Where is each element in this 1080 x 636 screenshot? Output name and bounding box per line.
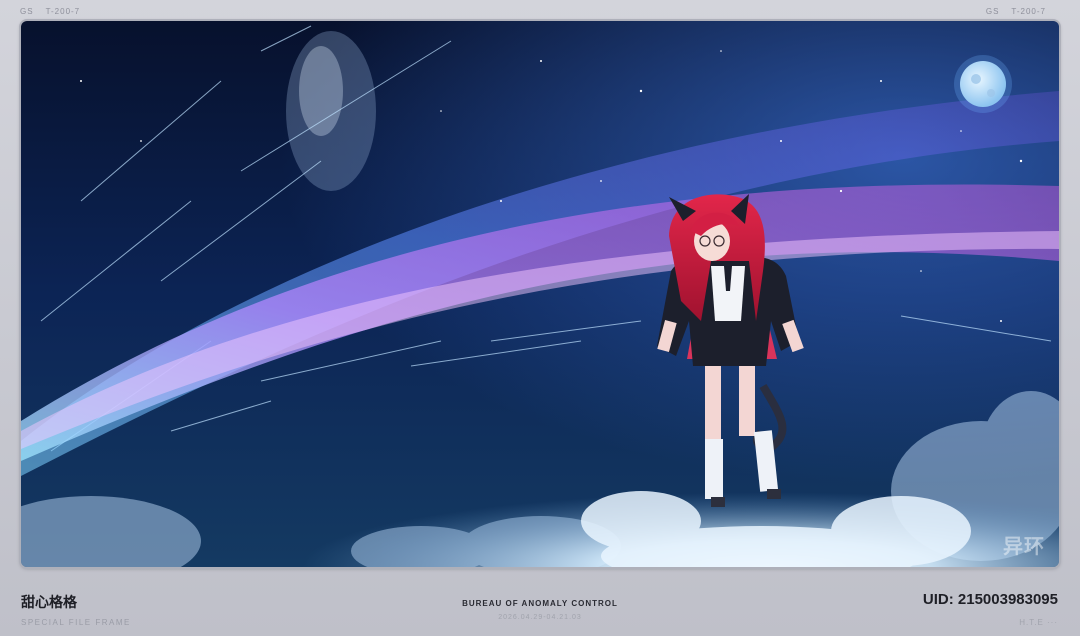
game-logo-watermark: 异环: [1003, 534, 1045, 558]
uid-subtext: H.T.E ···: [1019, 618, 1058, 627]
moon-icon: [954, 55, 1012, 113]
footer-bar: 甜心格格 SPECIAL FILE FRAME BUREAU OF ANOMAL…: [0, 567, 1080, 636]
top-left-code-2: T-200-7: [45, 7, 81, 16]
top-left-code-1: GS: [20, 7, 34, 16]
top-right-code: GS T-200-7: [986, 7, 1058, 16]
bureau-title: BUREAU OF ANOMALY CONTROL: [462, 599, 618, 608]
timestamp-label: 2026.04.29-04.21.03: [498, 614, 582, 621]
scene-viewport: 异环: [21, 21, 1059, 567]
top-right-code-2: T-200-7: [1011, 7, 1046, 16]
top-left-code: GS T-200-7: [20, 7, 92, 16]
frame-background: GS T-200-7 GS T-200-7 异环 甜心格格 SPECIAL FI…: [0, 0, 1080, 636]
top-right-code-1: GS: [985, 7, 1000, 16]
player-uid: UID: 215003983095: [922, 591, 1058, 608]
night-sky-scene: [21, 21, 1059, 567]
